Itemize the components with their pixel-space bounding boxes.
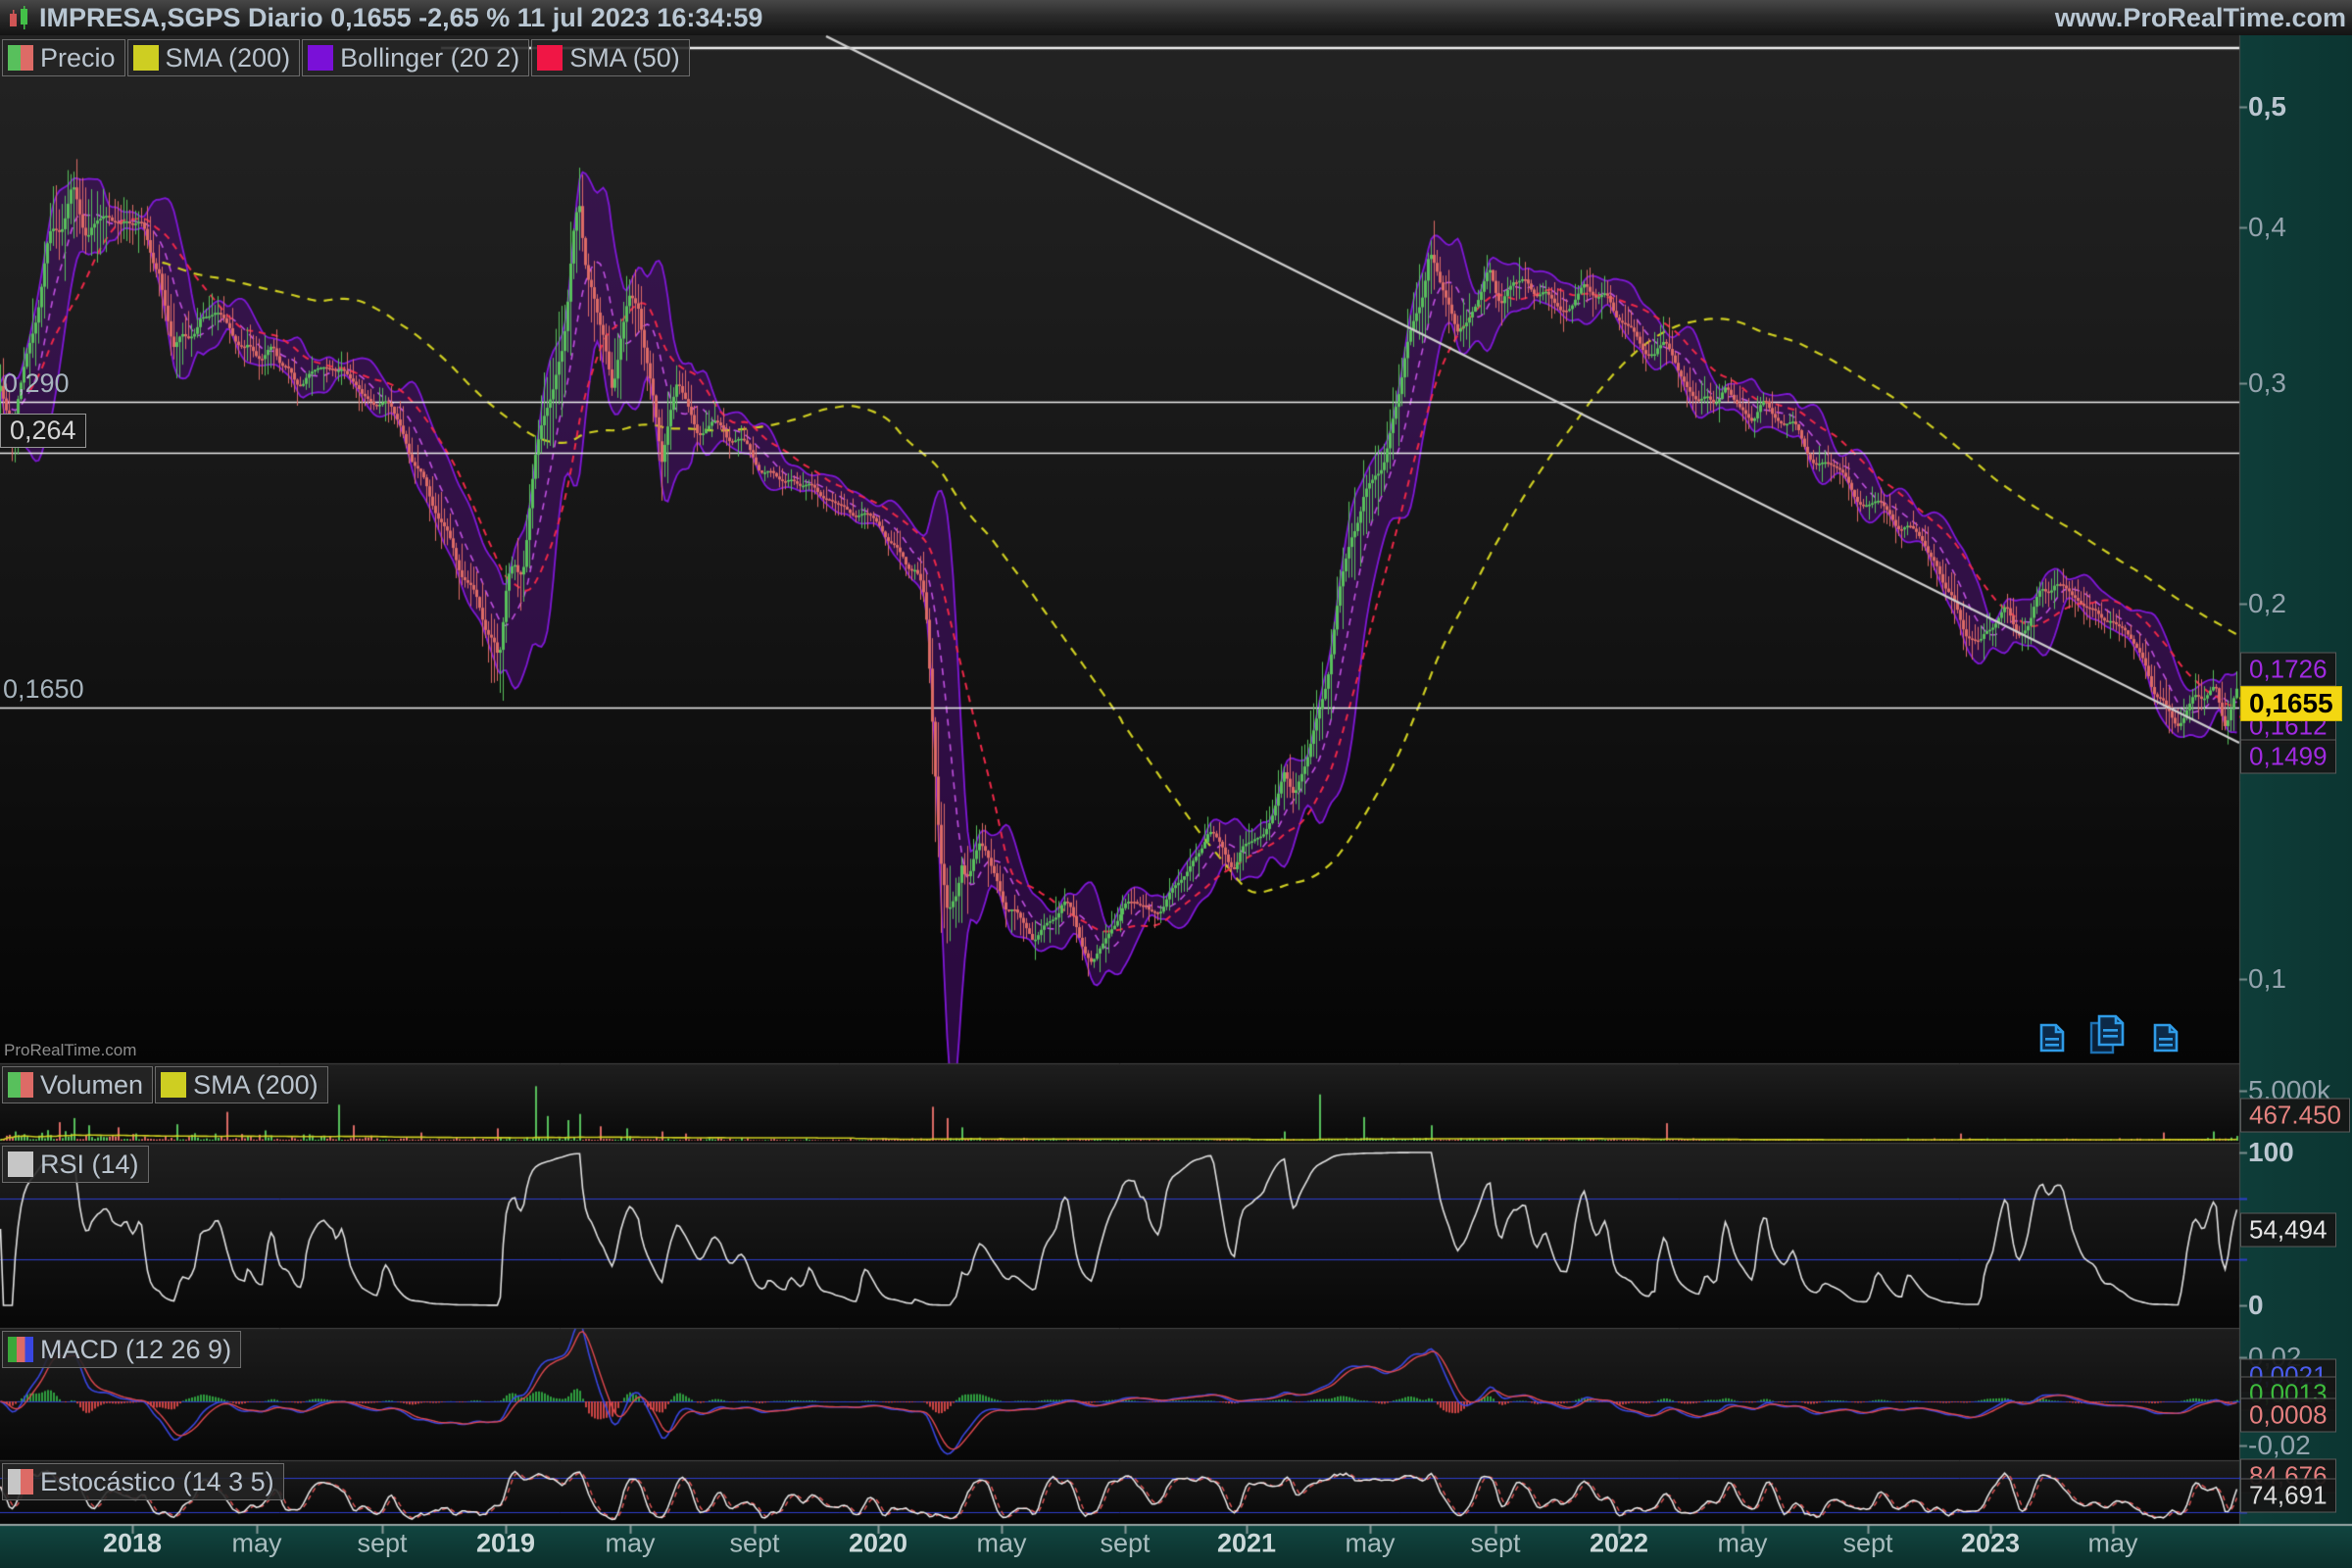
- x-axis-label: sept: [357, 1529, 407, 1559]
- level-label: 0,1650: [3, 674, 84, 705]
- legend-chip-sma200[interactable]: SMA (200): [155, 1066, 328, 1103]
- x-axis-label: sept: [1470, 1529, 1520, 1559]
- documents-stack-icon[interactable]: [2087, 1013, 2131, 1054]
- price-tag-bollinger-lower: 0,1499: [2240, 740, 2336, 774]
- rsi-swatch-icon: [8, 1152, 33, 1177]
- x-axis-label: sept: [1100, 1529, 1150, 1559]
- x-axis-label: may: [976, 1529, 1026, 1559]
- price-tick-label: 0,2: [2248, 588, 2286, 619]
- rsi-legend: RSI (14): [2, 1146, 149, 1183]
- volume-swatch-icon: [8, 1072, 33, 1098]
- price-swatch-icon: [8, 45, 33, 71]
- legend-chip-sma50[interactable]: SMA (50): [531, 39, 690, 76]
- sma200-swatch-icon: [133, 45, 159, 71]
- legend-label: MACD (12 26 9): [40, 1337, 231, 1363]
- stoch-swatch-icon: [8, 1469, 33, 1494]
- x-axis-label: 2018: [103, 1529, 162, 1559]
- price-tag-last-price: 0,1655: [2240, 686, 2342, 721]
- price-tick-label: 0,1: [2248, 963, 2286, 995]
- macd-bottom-label: -0,02: [2248, 1430, 2311, 1461]
- legend-chip-price[interactable]: Precio: [2, 39, 125, 76]
- legend-label: SMA (200): [166, 45, 291, 72]
- document-icon[interactable]: [2152, 1023, 2180, 1053]
- macd-swatch-icon: [8, 1337, 33, 1362]
- legend-chip-macd[interactable]: MACD (12 26 9): [2, 1331, 241, 1368]
- bollinger-swatch-icon: [308, 45, 333, 71]
- x-axis-label: may: [605, 1529, 655, 1559]
- main-legend: Precio SMA (200) Bollinger (20 2) SMA (50): [2, 39, 690, 76]
- legend-chip-rsi[interactable]: RSI (14): [2, 1146, 149, 1183]
- legend-label: SMA (50): [569, 45, 680, 72]
- volume-current-tag: 467.450: [2240, 1099, 2350, 1133]
- chart-canvas[interactable]: [0, 0, 2352, 1568]
- price-tick-label: 0,5: [2248, 91, 2286, 122]
- x-axis-label: may: [1345, 1529, 1395, 1559]
- rsi-top-label: 100: [2248, 1137, 2294, 1168]
- price-tick-label: 0,4: [2248, 212, 2286, 243]
- x-axis-label: may: [231, 1529, 281, 1559]
- rsi-current-tag: 54,494: [2240, 1213, 2336, 1248]
- macd-legend: MACD (12 26 9): [2, 1331, 241, 1368]
- x-axis-label: may: [2087, 1529, 2137, 1559]
- stochastic-value-tag: 74,691: [2240, 1479, 2336, 1513]
- legend-chip-volume[interactable]: Volumen: [2, 1066, 153, 1103]
- price-tick-label: 0,3: [2248, 368, 2286, 399]
- legend-label: Volumen: [40, 1072, 143, 1099]
- rsi-bottom-label: 0: [2248, 1290, 2264, 1321]
- legend-label: Precio: [40, 45, 116, 72]
- price-tag-bollinger-upper: 0,1726: [2240, 653, 2336, 687]
- legend-label: Estocástico (14 3 5): [40, 1469, 274, 1495]
- x-axis-label: 2021: [1217, 1529, 1276, 1559]
- legend-chip-sma200[interactable]: SMA (200): [127, 39, 301, 76]
- x-axis-label: 2019: [476, 1529, 535, 1559]
- volume-legend: Volumen SMA (200): [2, 1066, 328, 1103]
- x-axis-label: sept: [1842, 1529, 1892, 1559]
- x-axis-label: sept: [729, 1529, 779, 1559]
- x-axis-label: may: [1717, 1529, 1767, 1559]
- legend-label: SMA (200): [193, 1072, 318, 1099]
- level-label: 0,264: [0, 414, 86, 448]
- legend-label: RSI (14): [40, 1152, 139, 1178]
- legend-chip-stoch[interactable]: Estocástico (14 3 5): [2, 1463, 284, 1500]
- document-icon[interactable]: [2038, 1023, 2066, 1053]
- sma200-swatch-icon: [161, 1072, 186, 1098]
- stochastic-legend: Estocástico (14 3 5): [2, 1463, 284, 1500]
- level-label: 0,290: [3, 368, 70, 399]
- macd-value-tag: 0,0008: [2240, 1398, 2336, 1433]
- prorealtime-window: IMPRESA,SGPS Diario 0,1655 -2,65 % 11 ju…: [0, 0, 2352, 1568]
- x-axis-label: 2020: [849, 1529, 907, 1559]
- prorealtime-watermark: ProRealTime.com: [4, 1041, 136, 1060]
- x-axis-label: 2022: [1590, 1529, 1648, 1559]
- x-axis-label: 2023: [1961, 1529, 2020, 1559]
- sma50-swatch-icon: [537, 45, 563, 71]
- legend-label: Bollinger (20 2): [340, 45, 519, 72]
- legend-chip-bollinger[interactable]: Bollinger (20 2): [302, 39, 529, 76]
